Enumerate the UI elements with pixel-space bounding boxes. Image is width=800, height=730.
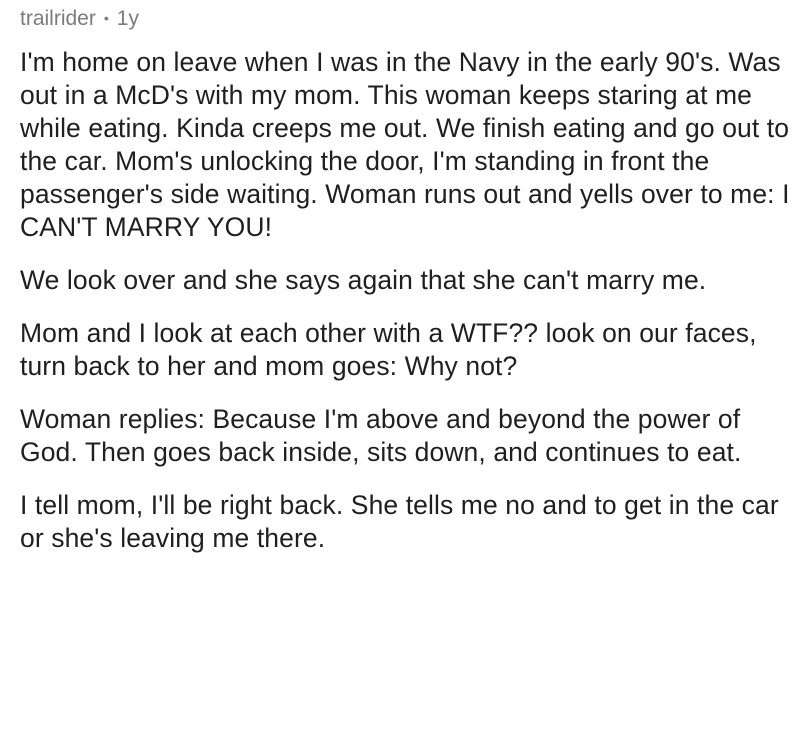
comment-paragraph: I'm home on leave when I was in the Navy…: [20, 47, 790, 242]
comment-paragraph: Woman replies: Because I'm above and bey…: [20, 404, 742, 467]
comment-meta: trailrider • 1y: [20, 4, 790, 34]
comment: trailrider • 1y I'm home on leave when I…: [20, 4, 790, 555]
comment-author[interactable]: trailrider: [20, 7, 96, 31]
comment-age[interactable]: 1y: [117, 7, 139, 31]
comment-paragraph: We look over and she says again that she…: [20, 265, 707, 295]
meta-separator: •: [103, 10, 109, 26]
comment-paragraph: Mom and I look at each other with a WTF?…: [20, 318, 757, 381]
comment-paragraph: I tell mom, I'll be right back. She tell…: [20, 490, 779, 553]
comment-body: I'm home on leave when I was in the Navy…: [20, 46, 790, 555]
